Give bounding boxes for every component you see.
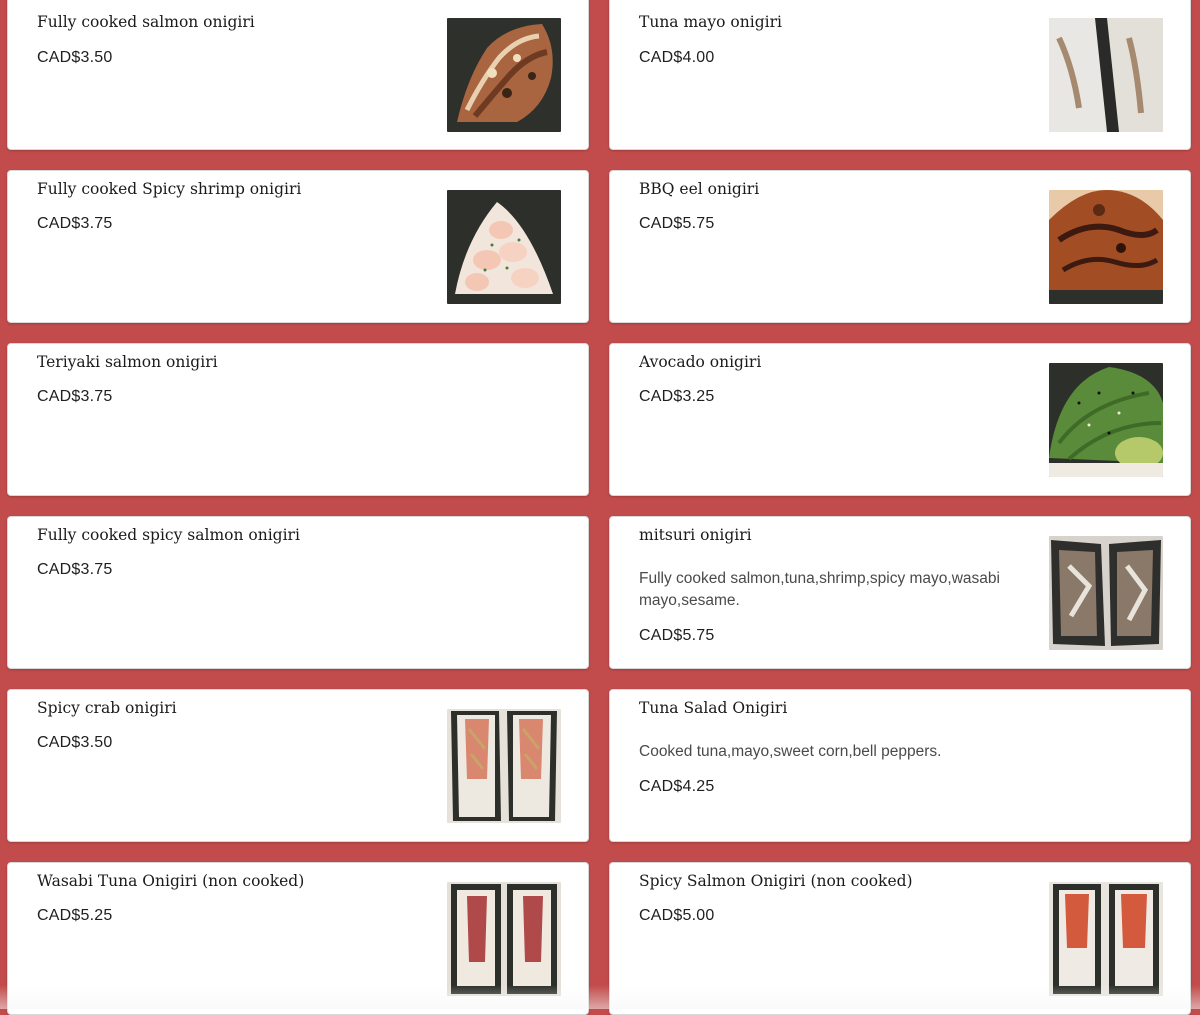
menu-item-card[interactable]: mitsuri onigiri Fully cooked salmon,tuna… xyxy=(609,516,1191,669)
item-name: Fully cooked Spicy shrimp onigiri xyxy=(37,180,302,198)
item-price: CAD$4.00 xyxy=(639,49,715,66)
item-price: CAD$5.75 xyxy=(639,627,715,644)
menu-item-card[interactable]: Fully cooked Spicy shrimp onigiri CAD$3.… xyxy=(7,170,589,323)
shrimp-onigiri-photo[interactable] xyxy=(447,190,561,304)
item-name: Fully cooked salmon onigiri xyxy=(37,13,255,31)
item-name: Spicy crab onigiri xyxy=(37,699,177,717)
item-price: CAD$3.75 xyxy=(37,388,113,405)
crab-onigiri-photo[interactable] xyxy=(447,709,561,823)
menu-item-card[interactable]: Tuna Salad Onigiri Cooked tuna,mayo,swee… xyxy=(609,689,1191,842)
avocado-onigiri-photo[interactable] xyxy=(1049,363,1163,477)
item-name: BBQ eel onigiri xyxy=(639,180,760,198)
menu-item-card[interactable]: Spicy Salmon Onigiri (non cooked) CAD$5.… xyxy=(609,862,1191,1015)
item-price: CAD$5.00 xyxy=(639,907,715,924)
item-name: Tuna mayo onigiri xyxy=(639,13,782,31)
menu-item-card[interactable]: Avocado onigiri CAD$3.25 xyxy=(609,343,1191,496)
item-price: CAD$5.25 xyxy=(37,907,113,924)
menu-item-card[interactable]: BBQ eel onigiri CAD$5.75 xyxy=(609,170,1191,323)
salmon-onigiri-photo[interactable] xyxy=(447,18,561,132)
item-name: Teriyaki salmon onigiri xyxy=(37,353,218,371)
item-price: CAD$5.75 xyxy=(639,215,715,232)
item-name: mitsuri onigiri xyxy=(639,526,752,544)
item-name: Wasabi Tuna Onigiri (non cooked) xyxy=(37,872,305,890)
menu-item-card[interactable]: Fully cooked spicy salmon onigiri CAD$3.… xyxy=(7,516,589,669)
menu-item-card[interactable]: Teriyaki salmon onigiri CAD$3.75 xyxy=(7,343,589,496)
item-name: Spicy Salmon Onigiri (non cooked) xyxy=(639,872,913,890)
menu-item-card[interactable]: Tuna mayo onigiri CAD$4.00 xyxy=(609,0,1191,150)
item-name: Fully cooked spicy salmon onigiri xyxy=(37,526,300,544)
item-price: CAD$3.50 xyxy=(37,49,113,66)
item-price: CAD$3.75 xyxy=(37,561,113,578)
menu-item-card[interactable]: Wasabi Tuna Onigiri (non cooked) CAD$5.2… xyxy=(7,862,589,1015)
item-price: CAD$3.25 xyxy=(639,388,715,405)
menu-item-card[interactable]: Spicy crab onigiri CAD$3.50 xyxy=(7,689,589,842)
item-description: Fully cooked salmon,tuna,shrimp,spicy ma… xyxy=(639,570,1000,609)
wasabi-tuna-onigiri-photo[interactable] xyxy=(447,882,561,996)
tuna-mayo-onigiri-photo[interactable] xyxy=(1049,18,1163,132)
item-price: CAD$4.25 xyxy=(639,778,715,795)
item-price: CAD$3.75 xyxy=(37,215,113,232)
item-name: Tuna Salad Onigiri xyxy=(639,699,788,717)
item-name: Avocado onigiri xyxy=(639,353,762,371)
menu-grid: Fully cooked salmon onigiri CAD$3.50 Tun… xyxy=(0,0,1200,1015)
item-price: CAD$3.50 xyxy=(37,734,113,751)
eel-onigiri-photo[interactable] xyxy=(1049,190,1163,304)
menu-item-card[interactable]: Fully cooked salmon onigiri CAD$3.50 xyxy=(7,0,589,150)
mitsuri-onigiri-photo[interactable] xyxy=(1049,536,1163,650)
item-description: Cooked tuna,mayo,sweet corn,bell peppers… xyxy=(639,743,942,760)
spicy-salmon-onigiri-photo[interactable] xyxy=(1049,882,1163,996)
